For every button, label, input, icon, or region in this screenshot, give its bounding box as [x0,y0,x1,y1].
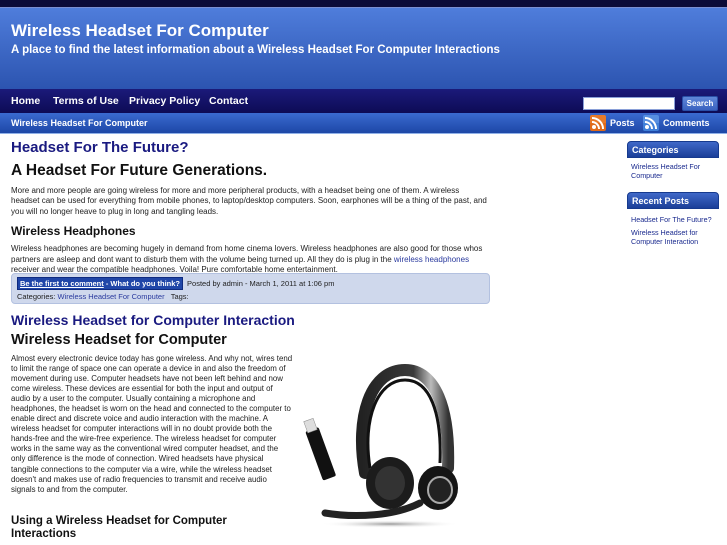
nav-terms-of-use[interactable]: Terms of Use [53,95,119,107]
post-subheading: Using a Wireless Headset for Computer In… [11,515,227,540]
tags-label: Tags: [170,292,189,301]
post-1: Headset For The Future? A Headset For Fu… [11,139,489,275]
sidebar: Categories Wireless Headset For Computer… [627,141,719,246]
top-strip [0,0,727,7]
post-heading: A Headset For Future Generations. [11,162,268,179]
categories-widget-title: Categories [627,141,719,158]
image-shadow [320,520,460,528]
comment-link[interactable]: Be the first to comment - What do you th… [17,277,184,290]
sidebar-category-link[interactable]: Wireless Headset For Computer [631,162,719,180]
search-input[interactable] [583,97,675,110]
wireless-headphones-link[interactable]: wireless headphones [394,255,469,264]
post-subheading: Wireless Headphones [11,224,136,239]
breadcrumb[interactable]: Wireless Headset For Computer [11,118,147,128]
post-title[interactable]: Wireless Headset for Computer Interactio… [11,312,489,328]
post-paragraph: Almost every electronic device today has… [11,354,293,494]
post-2: Wireless Headset for Computer Interactio… [11,312,489,348]
main-nav: Home Terms of Use Privacy Policy Contact… [0,89,727,113]
post-title[interactable]: Headset For The Future? [11,139,489,156]
rss-icon [643,115,659,131]
site-title[interactable]: Wireless Headset For Computer [11,21,269,41]
posts-feed-label: Posts [610,118,635,128]
recent-posts-widget-title: Recent Posts [627,192,719,209]
post-meta-box: Be the first to comment - What do you th… [11,273,490,304]
headset-image [300,358,465,533]
nav-privacy-policy[interactable]: Privacy Policy [129,95,200,107]
post-heading: Wireless Headset for Computer [11,332,227,348]
comment-suffix: - What do you think? [103,279,181,288]
rss-icon [590,115,606,131]
site-tagline: A place to find the latest information a… [11,44,500,56]
comment-link-text[interactable]: Be the first to comment [20,279,104,288]
nav-contact[interactable]: Contact [209,95,248,107]
nav-home[interactable]: Home [11,95,40,107]
recent-post-link[interactable]: Headset For The Future? [631,215,719,224]
posts-feed-link[interactable]: Posts [590,115,635,131]
posted-by: Posted by admin - March 1, 2011 at 1:06 … [187,279,335,288]
sub-bar: Wireless Headset For Computer Posts Comm… [0,113,727,134]
categories-label: Categories: [17,292,56,301]
recent-post-link[interactable]: Wireless Headset for Computer Interactio… [631,228,719,246]
post-paragraph: More and more people are going wireless … [11,186,487,216]
comments-feed-label: Comments [663,118,710,128]
search-button[interactable]: Search [682,96,718,111]
site-header: Wireless Headset For Computer A place to… [0,7,727,89]
comments-feed-link[interactable]: Comments [643,115,710,131]
post-paragraph: Wireless headphones are becoming hugely … [11,244,489,275]
category-link[interactable]: Wireless Headset For Computer [57,292,164,301]
